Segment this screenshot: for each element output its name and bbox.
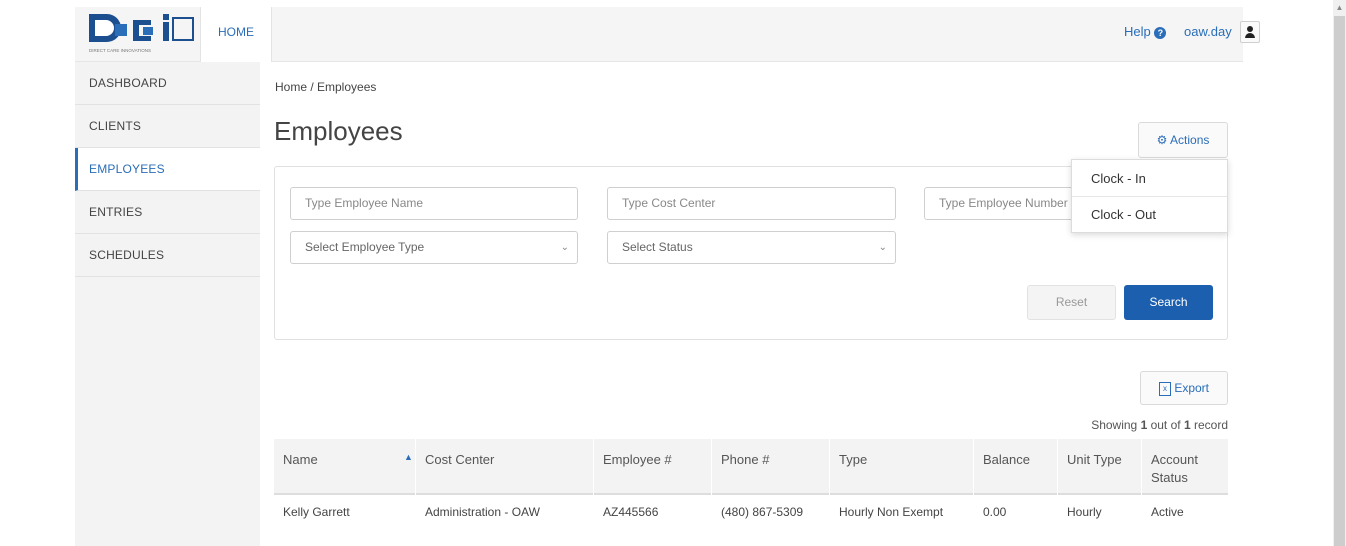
- column-header-phone[interactable]: Phone #: [712, 439, 830, 495]
- logo-subtext: DIRECT CARE INNOVATIONS: [89, 48, 151, 53]
- record-count: Showing 1 out of 1 record: [1091, 418, 1228, 432]
- question-circle-icon: ?: [1154, 26, 1167, 39]
- user-menu-button[interactable]: [1240, 21, 1260, 43]
- cell-name[interactable]: Kelly Garrett: [274, 505, 350, 519]
- nav-home-tab[interactable]: HOME: [200, 7, 272, 62]
- scrollbar-thumb[interactable]: [1334, 16, 1345, 546]
- sidebar-item-dashboard[interactable]: DASHBOARD: [75, 62, 260, 105]
- actions-dropdown-menu: Clock - In Clock - Out: [1071, 159, 1228, 233]
- status-select[interactable]: Select Status ⌄: [607, 231, 896, 264]
- status-value: Select Status: [622, 240, 693, 254]
- sidebar-item-clients[interactable]: CLIENTS: [75, 105, 260, 148]
- dci-logo[interactable]: DIRECT CARE INNOVATIONS: [85, 10, 199, 56]
- sidebar-item-employees[interactable]: EMPLOYEES: [75, 148, 260, 191]
- export-label: Export: [1174, 381, 1210, 395]
- column-header-account-status[interactable]: Account Status: [1142, 439, 1228, 495]
- employee-type-select[interactable]: Select Employee Type ⌄: [290, 231, 578, 264]
- employee-number-input[interactable]: Type Employee Number: [924, 187, 1074, 220]
- column-header-type[interactable]: Type: [830, 439, 974, 495]
- reset-button[interactable]: Reset: [1027, 285, 1116, 320]
- employee-name-input[interactable]: Type Employee Name: [290, 187, 578, 220]
- help-label: Help: [1124, 24, 1151, 39]
- column-header-employee-number[interactable]: Employee #: [594, 439, 712, 495]
- cell-cost-center: Administration - OAW: [425, 505, 540, 519]
- help-link[interactable]: Help ?: [1124, 24, 1167, 39]
- column-header-name[interactable]: Name: [274, 439, 416, 495]
- chevron-down-icon: ⌄: [560, 242, 569, 253]
- menu-item-clock-out[interactable]: Clock - Out: [1072, 197, 1227, 233]
- cell-unit-type: Hourly: [1067, 505, 1102, 519]
- user-icon: [1245, 26, 1255, 38]
- column-header-balance[interactable]: Balance: [974, 439, 1058, 495]
- cell-employee-number: AZ445566: [603, 505, 659, 519]
- sort-asc-icon[interactable]: ▲: [404, 452, 413, 462]
- chevron-down-icon: ⌄: [878, 242, 887, 253]
- cell-phone: (480) 867-5309: [721, 505, 804, 519]
- sidebar-item-entries[interactable]: ENTRIES: [75, 191, 260, 234]
- scroll-up-arrow-icon[interactable]: ▲: [1334, 3, 1345, 13]
- column-header-cost-center[interactable]: Cost Center: [416, 439, 594, 495]
- menu-item-clock-in[interactable]: Clock - In: [1072, 161, 1227, 197]
- actions-button[interactable]: ⚙ Actions: [1138, 122, 1228, 158]
- export-button[interactable]: x Export: [1140, 371, 1228, 405]
- page-title: Employees: [274, 116, 403, 146]
- search-button[interactable]: Search: [1124, 285, 1213, 320]
- cell-balance: 0.00: [983, 505, 1007, 519]
- employee-type-value: Select Employee Type: [305, 240, 425, 254]
- cell-type: Hourly Non Exempt: [839, 505, 944, 519]
- excel-file-icon: x: [1158, 381, 1171, 396]
- column-header-unit-type[interactable]: Unit Type: [1058, 439, 1142, 495]
- sidebar-item-schedules[interactable]: SCHEDULES: [75, 234, 260, 277]
- gear-icon: ⚙: [1156, 133, 1168, 147]
- cell-account-status: Active: [1151, 505, 1184, 519]
- cost-center-input[interactable]: Type Cost Center: [607, 187, 896, 220]
- breadcrumb[interactable]: Home / Employees: [275, 80, 376, 94]
- username-link[interactable]: oaw.day: [1184, 24, 1232, 39]
- actions-label: Actions: [1170, 133, 1210, 147]
